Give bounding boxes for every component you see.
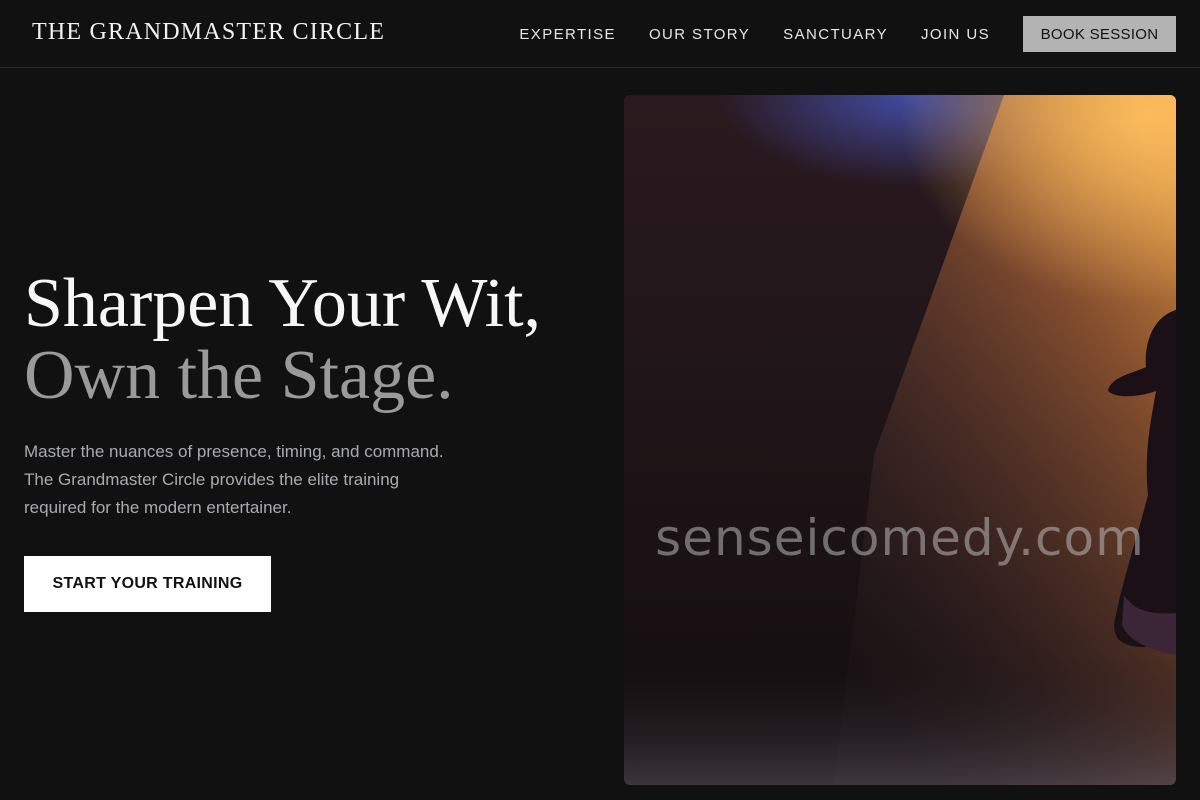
top-navigation-bar: THE GRANDMASTER CIRCLE EXPERTISE OUR STO… (0, 0, 1200, 68)
hero-description: Master the nuances of presence, timing, … (24, 442, 444, 517)
brand-logo-text[interactable]: THE GRANDMASTER CIRCLE (32, 19, 385, 46)
main-nav: EXPERTISE OUR STORY SANCTUARY JOIN US BO… (519, 16, 1176, 52)
book-session-button[interactable]: BOOK SESSION (1023, 16, 1176, 52)
start-training-button[interactable]: START YOUR TRAINING (24, 556, 271, 612)
nav-link-our-story[interactable]: OUR STORY (649, 26, 750, 43)
hero-headline: Sharpen Your Wit, Own the Stage. (24, 268, 604, 412)
hero-text-block: Sharpen Your Wit, Own the Stage. Master … (24, 268, 604, 612)
nav-link-join-us[interactable]: JOIN US (921, 26, 990, 43)
hero-stage-photo: senseicomedy.com (624, 95, 1176, 785)
headline-line-primary: Sharpen Your Wit, (24, 265, 542, 342)
headline-line-secondary: Own the Stage. (24, 337, 454, 414)
nav-link-expertise[interactable]: EXPERTISE (519, 26, 616, 43)
stage-spotlight-illustration (624, 95, 1176, 785)
nav-link-sanctuary[interactable]: SANCTUARY (783, 26, 888, 43)
